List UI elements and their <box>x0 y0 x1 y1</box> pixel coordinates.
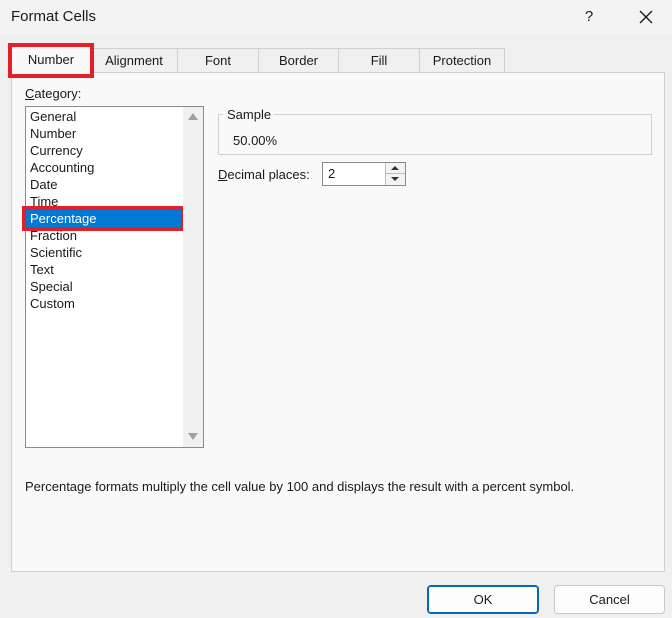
ok-button[interactable]: OK <box>427 585 539 614</box>
cancel-button[interactable]: Cancel <box>554 585 665 614</box>
tab-alignment[interactable]: Alignment <box>90 48 178 72</box>
tab-border[interactable]: Border <box>258 48 339 72</box>
scroll-down-arrow-icon[interactable] <box>188 433 198 440</box>
selection-highlight-box <box>22 206 185 231</box>
category-item-scientific[interactable]: Scientific <box>26 244 181 261</box>
tab-fill[interactable]: Fill <box>338 48 420 72</box>
sample-value: 50.00% <box>233 133 278 148</box>
tab-number[interactable]: Number <box>8 43 94 78</box>
sample-group-border <box>218 114 223 115</box>
decimal-places-value[interactable]: 2 <box>328 166 335 181</box>
decrement-button[interactable] <box>385 174 405 185</box>
category-item-currency[interactable]: Currency <box>26 142 181 159</box>
spin-up-arrow-icon <box>391 166 399 170</box>
category-item-date[interactable]: Date <box>26 176 181 193</box>
close-icon <box>639 10 653 24</box>
tab-label: Border <box>278 53 319 68</box>
category-item-accounting[interactable]: Accounting <box>26 159 181 176</box>
category-label-text: ategory: <box>34 86 82 101</box>
close-button[interactable] <box>628 2 664 32</box>
category-item-special[interactable]: Special <box>26 278 181 295</box>
tab-label: Protection <box>432 53 492 68</box>
tab-label: Alignment <box>105 53 163 68</box>
category-item-custom[interactable]: Custom <box>26 295 181 312</box>
sample-label: Sample <box>227 107 272 122</box>
decimal-places-label-text: ecimal places: <box>227 167 310 182</box>
help-button[interactable]: ? <box>572 2 606 32</box>
category-listbox[interactable]: General Number Currency Accounting Date … <box>22 106 204 448</box>
category-label: Category: <box>25 86 81 101</box>
category-label-accesskey: C <box>25 86 35 101</box>
spin-down-arrow-icon <box>391 177 399 181</box>
sample-group-border <box>274 114 652 115</box>
category-item-text[interactable]: Text <box>26 261 181 278</box>
decimal-places-accesskey: D <box>218 167 228 182</box>
tab-font[interactable]: Font <box>177 48 259 72</box>
category-scrollbar[interactable] <box>183 107 203 447</box>
title-bar: Format Cells ? <box>0 0 672 34</box>
tab-label: Fill <box>370 53 388 68</box>
tab-label: Font <box>204 53 231 68</box>
tab-protection[interactable]: Protection <box>419 48 505 72</box>
sample-group-box <box>218 114 652 155</box>
scroll-up-arrow-icon[interactable] <box>188 113 198 120</box>
increment-button[interactable] <box>385 163 405 174</box>
category-item-general[interactable]: General <box>26 108 181 125</box>
dialog-title: Format Cells <box>11 8 97 25</box>
format-description: Percentage formats multiply the cell val… <box>25 479 575 494</box>
category-item-number[interactable]: Number <box>26 125 181 142</box>
decimal-places-label: Decimal places: <box>218 167 310 182</box>
decimal-places-stepper[interactable]: 2 <box>322 162 406 186</box>
tab-highlight-box <box>8 43 94 78</box>
